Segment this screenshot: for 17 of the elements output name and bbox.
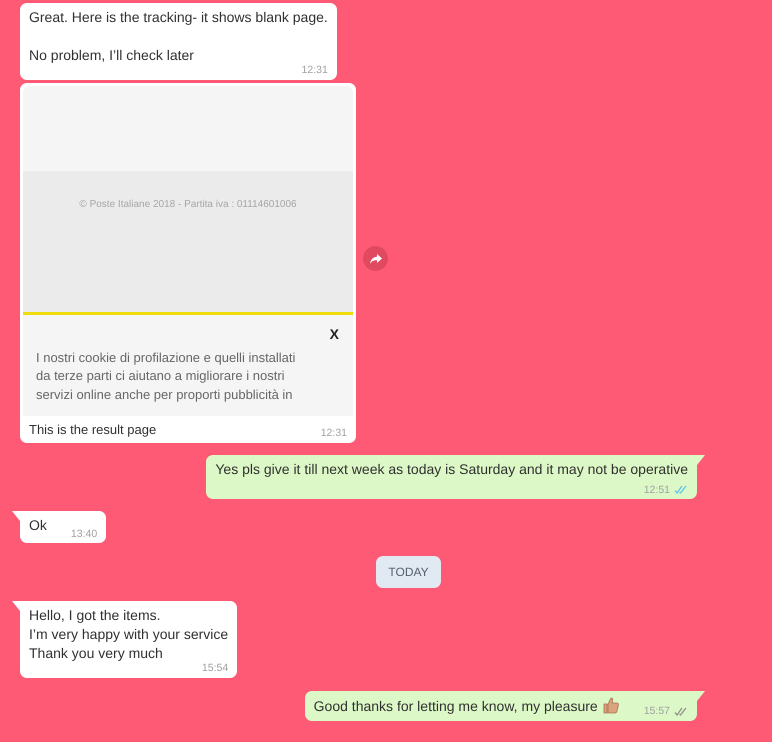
- share-icon: [368, 252, 382, 264]
- message-time: 12:31: [302, 65, 328, 76]
- message-time: 13:40: [70, 528, 98, 539]
- cookie-notice-text: I nostri cookie di profilazione e quelli installati da terze parti ci aiutano a migliorare i nostri servizi online anche per proporti pubblicità in: [35, 348, 296, 404]
- footer-text: © Poste Italiane 2018 - Partita iva : 01114601006: [79, 198, 297, 212]
- message-text: Great. Here is the tracking- it shows blank page. No problem, I’ll check later: [29, 8, 328, 65]
- message-time: 12:31: [320, 428, 347, 438]
- message-time: 15:57: [644, 706, 670, 716]
- close-button[interactable]: X: [330, 326, 339, 340]
- message-text: Yes pls give it till next week as today is Saturday and it may not be operative: [215, 460, 688, 478]
- forward-button[interactable]: [363, 246, 388, 271]
- image-caption: This is the result page: [29, 420, 156, 438]
- message-time: 12:51: [644, 484, 670, 495]
- message-text: Ok: [29, 516, 47, 535]
- message-text: Good thanks for letting me know, my pleasure: [314, 696, 620, 716]
- message-time: 15:54: [202, 663, 228, 674]
- message-text: Hello, I got the items. I’m very happy with your service Thank you very much: [29, 606, 228, 663]
